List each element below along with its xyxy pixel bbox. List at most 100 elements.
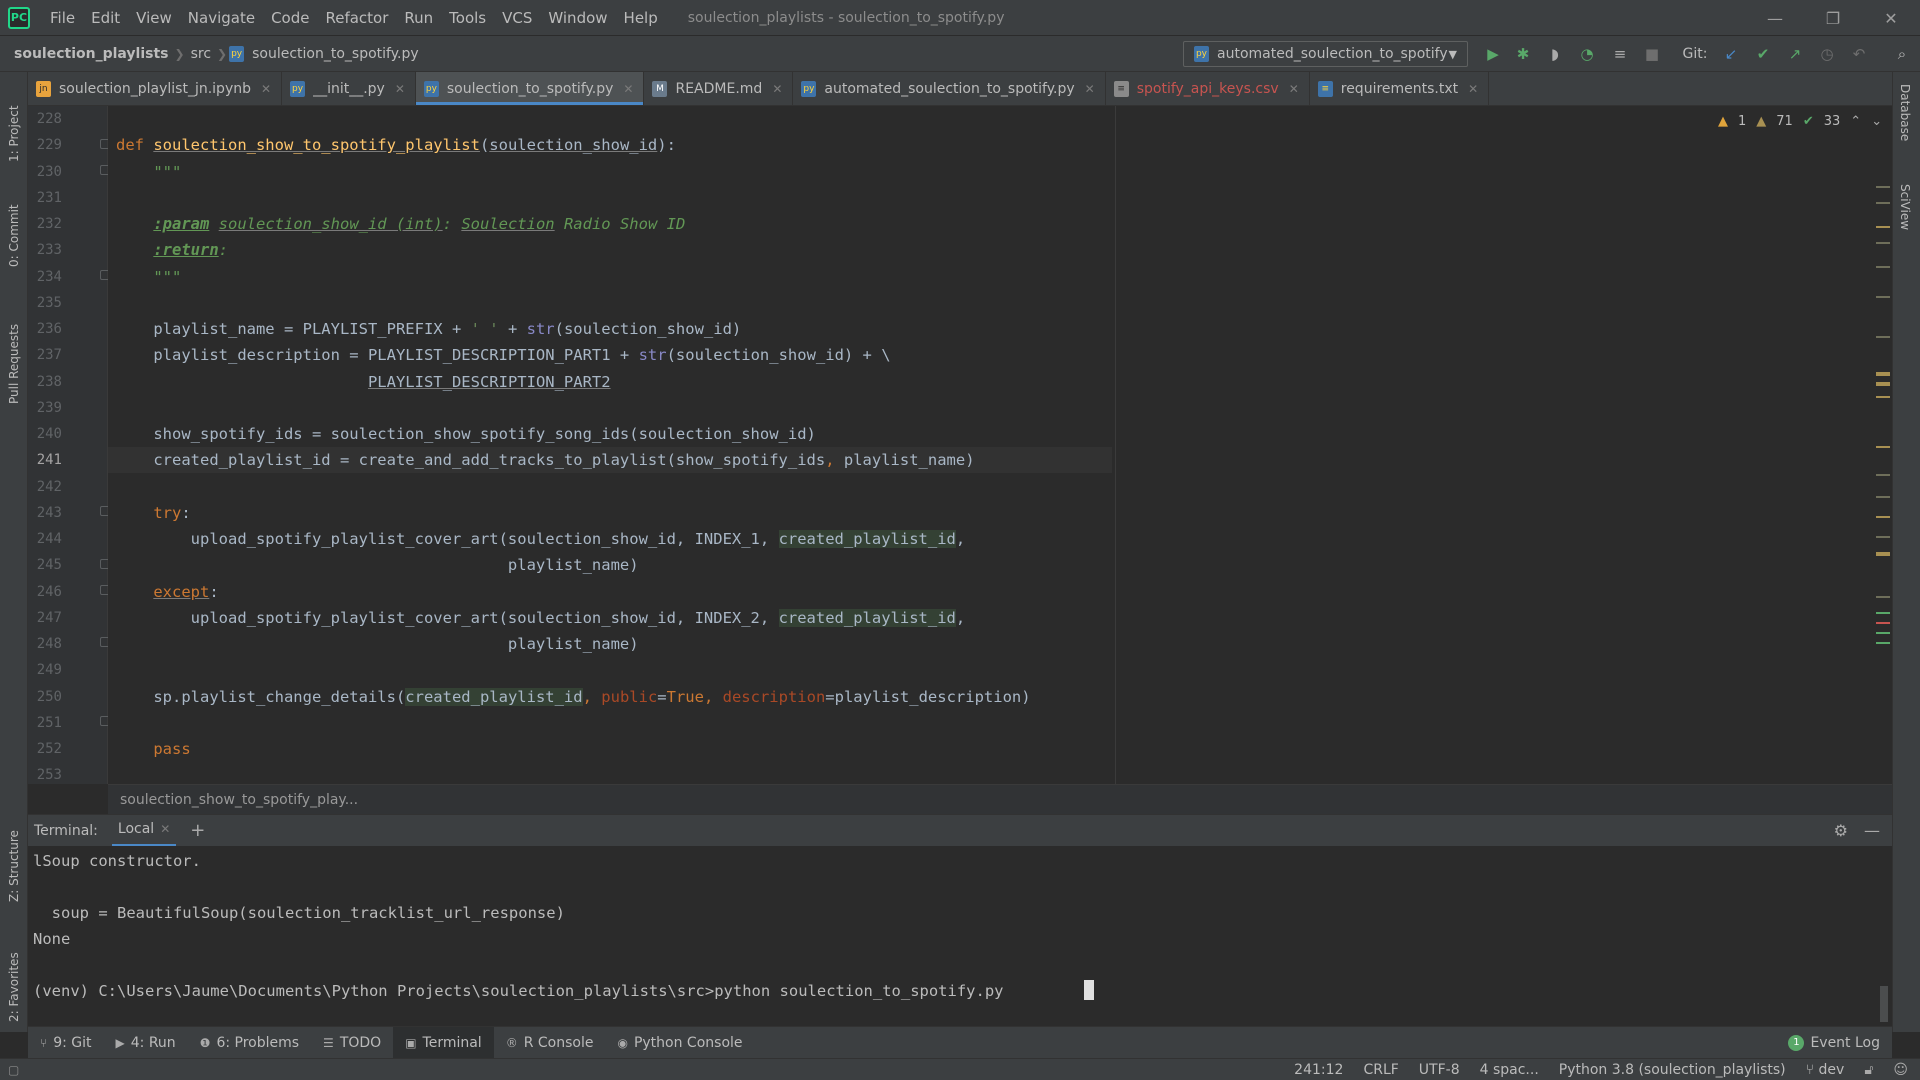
menu-refactor[interactable]: Refactor: [317, 0, 396, 36]
terminal-scrollbar[interactable]: [1880, 986, 1888, 1022]
coverage-icon[interactable]: ◗: [1545, 44, 1565, 64]
tool-pull-requests[interactable]: Pull Requests: [4, 294, 24, 404]
editor-breadcrumb[interactable]: soulection_show_to_spotify_play...: [108, 784, 1892, 814]
code-line: upload_spotify_playlist_cover_art(soulec…: [116, 526, 965, 552]
code-token: (soulection_show_id): [554, 320, 742, 338]
close-icon[interactable]: ✕: [395, 82, 405, 96]
caret-position[interactable]: 241:12: [1284, 1062, 1353, 1078]
error-stripe[interactable]: [1876, 146, 1890, 746]
tool-problems[interactable]: ❶ 6: Problems: [188, 1027, 311, 1059]
close-icon[interactable]: ✕: [1468, 82, 1478, 96]
tool-r-console[interactable]: ® R Console: [494, 1027, 606, 1059]
terminal-output[interactable]: lSoup constructor. soup = BeautifulSoup(…: [28, 846, 1892, 1026]
menu-code[interactable]: Code: [263, 0, 317, 36]
run-configuration-select[interactable]: py automated_soulection_to_spotify ▼: [1183, 41, 1468, 67]
close-icon[interactable]: ✕: [160, 822, 170, 836]
debug-icon[interactable]: ✱: [1513, 44, 1533, 64]
inspection-widget[interactable]: ▲ 1 ▲ 71 ✔ 33 ⌃ ⌄: [1718, 114, 1882, 129]
new-terminal-icon[interactable]: +: [190, 820, 205, 841]
git-push-icon[interactable]: ↗: [1785, 44, 1805, 64]
menu-file[interactable]: File: [42, 0, 83, 36]
tab-init[interactable]: py __init__.py ✕: [282, 72, 416, 105]
code-token: str: [526, 320, 555, 338]
event-log-button[interactable]: 1 Event Log: [1776, 1027, 1892, 1059]
run-icon[interactable]: ▶: [1483, 44, 1503, 64]
tool-database[interactable]: Database: [1898, 84, 1912, 141]
terminal-line: soup = BeautifulSoup(soulection_tracklis…: [33, 904, 565, 922]
git-branch[interactable]: ⑂ dev: [1796, 1062, 1855, 1078]
menu-view[interactable]: View: [128, 0, 180, 36]
line-number: 248: [36, 636, 62, 652]
breadcrumb-folder[interactable]: src: [187, 46, 215, 62]
tool-terminal[interactable]: ▣ Terminal: [393, 1026, 494, 1059]
tool-python-console[interactable]: ◉ Python Console: [605, 1027, 754, 1059]
git-branch-label: dev: [1818, 1061, 1845, 1078]
git-rollback-icon[interactable]: ↶: [1849, 44, 1869, 64]
pycharm-logo-icon[interactable]: PC: [8, 6, 30, 29]
chevron-right-icon: ❯: [174, 46, 185, 61]
git-update-icon[interactable]: ↙: [1721, 44, 1741, 64]
code-editor[interactable]: def soulection_show_to_spotify_playlist(…: [108, 106, 1892, 784]
tool-todo[interactable]: ☰ TODO: [311, 1027, 393, 1059]
close-icon[interactable]: ✕: [623, 82, 633, 96]
menu-navigate[interactable]: Navigate: [180, 0, 263, 36]
line-number: 244: [36, 531, 62, 547]
gear-icon[interactable]: ⚙: [1834, 821, 1848, 840]
code-token: Soulection: [461, 215, 555, 233]
memory-indicator-icon[interactable]: ☺: [1883, 1062, 1920, 1078]
search-icon[interactable]: ⌕: [1892, 44, 1912, 64]
chevron-up-icon[interactable]: ⌃: [1850, 114, 1861, 129]
tab-soulection-to-spotify[interactable]: py soulection_to_spotify.py ✕: [415, 72, 645, 105]
markdown-file-icon: M: [652, 80, 668, 97]
code-token: created_playlist_id = create_and_add_tra…: [116, 451, 826, 470]
breadcrumb-project[interactable]: soulection_playlists: [10, 46, 173, 62]
tool-structure[interactable]: Z: Structure: [4, 807, 24, 902]
code-line: playlist_name = PLAYLIST_PREFIX + ' ' + …: [116, 316, 741, 342]
code-line: sp.playlist_change_details(created_playl…: [116, 684, 1031, 710]
restore-icon[interactable]: ❐: [1804, 0, 1862, 36]
indent-setting[interactable]: 4 spac...: [1470, 1062, 1549, 1078]
git-history-icon[interactable]: ◷: [1817, 44, 1837, 64]
close-icon[interactable]: ✕: [772, 82, 782, 96]
close-window-icon[interactable]: ✕: [1862, 0, 1920, 36]
tool-sciview[interactable]: SciView: [1898, 184, 1912, 230]
tab-readme[interactable]: M README.md ✕: [644, 72, 794, 105]
close-icon[interactable]: ✕: [1289, 82, 1299, 96]
close-icon[interactable]: ✕: [1085, 82, 1095, 96]
tool-run[interactable]: ▶ 4: Run: [104, 1027, 188, 1059]
lock-icon[interactable]: 🔓︎: [1854, 1062, 1883, 1078]
breadcrumb-file[interactable]: soulection_to_spotify.py: [252, 46, 423, 62]
hide-panel-icon[interactable]: —: [1864, 821, 1880, 840]
menu-edit[interactable]: Edit: [83, 0, 128, 36]
code-token: ,: [955, 530, 966, 548]
tab-soulection-playlist-jn[interactable]: jn soulection_playlist_jn.ipynb ✕: [28, 72, 283, 105]
chevron-down-icon[interactable]: ⌄: [1871, 114, 1882, 129]
menu-run[interactable]: Run: [396, 0, 441, 36]
tab-spotify-api-keys[interactable]: ≡ spotify_api_keys.csv ✕: [1106, 72, 1310, 105]
tool-favorites[interactable]: 2: Favorites: [4, 927, 24, 1022]
git-label: Git:: [1682, 46, 1708, 62]
python-interpreter[interactable]: Python 3.8 (soulection_playlists): [1549, 1062, 1796, 1078]
profile-icon[interactable]: ◔: [1577, 44, 1597, 64]
close-icon[interactable]: ✕: [261, 82, 271, 96]
stripe-mark: [1876, 202, 1890, 204]
line-separator[interactable]: CRLF: [1353, 1062, 1408, 1078]
tab-requirements[interactable]: ≡ requirements.txt ✕: [1310, 72, 1490, 105]
menu-window[interactable]: Window: [540, 0, 615, 36]
menu-vcs[interactable]: VCS: [494, 0, 540, 36]
stop-icon[interactable]: ■: [1642, 44, 1662, 64]
file-encoding[interactable]: UTF-8: [1409, 1062, 1470, 1078]
menu-tools[interactable]: Tools: [441, 0, 494, 36]
tool-project[interactable]: 1: Project: [4, 82, 24, 162]
run-concurrency-icon[interactable]: ≡: [1610, 44, 1630, 64]
code-token: description: [722, 687, 826, 706]
tool-git[interactable]: ⑂ 9: Git: [28, 1027, 104, 1059]
minimize-icon[interactable]: —: [1746, 0, 1804, 36]
tool-commit[interactable]: 0: Commit: [4, 182, 24, 267]
tab-automated-soulection[interactable]: py automated_soulection_to_spotify.py ✕: [793, 72, 1106, 105]
menu-help[interactable]: Help: [616, 0, 666, 36]
git-commit-icon[interactable]: ✔: [1753, 44, 1773, 64]
terminal-tab-local[interactable]: Local ✕: [111, 815, 177, 847]
code-line: :param soulection_show_id (int): Soulect…: [116, 211, 685, 237]
toggle-tool-windows-icon[interactable]: ▢: [8, 1063, 19, 1077]
